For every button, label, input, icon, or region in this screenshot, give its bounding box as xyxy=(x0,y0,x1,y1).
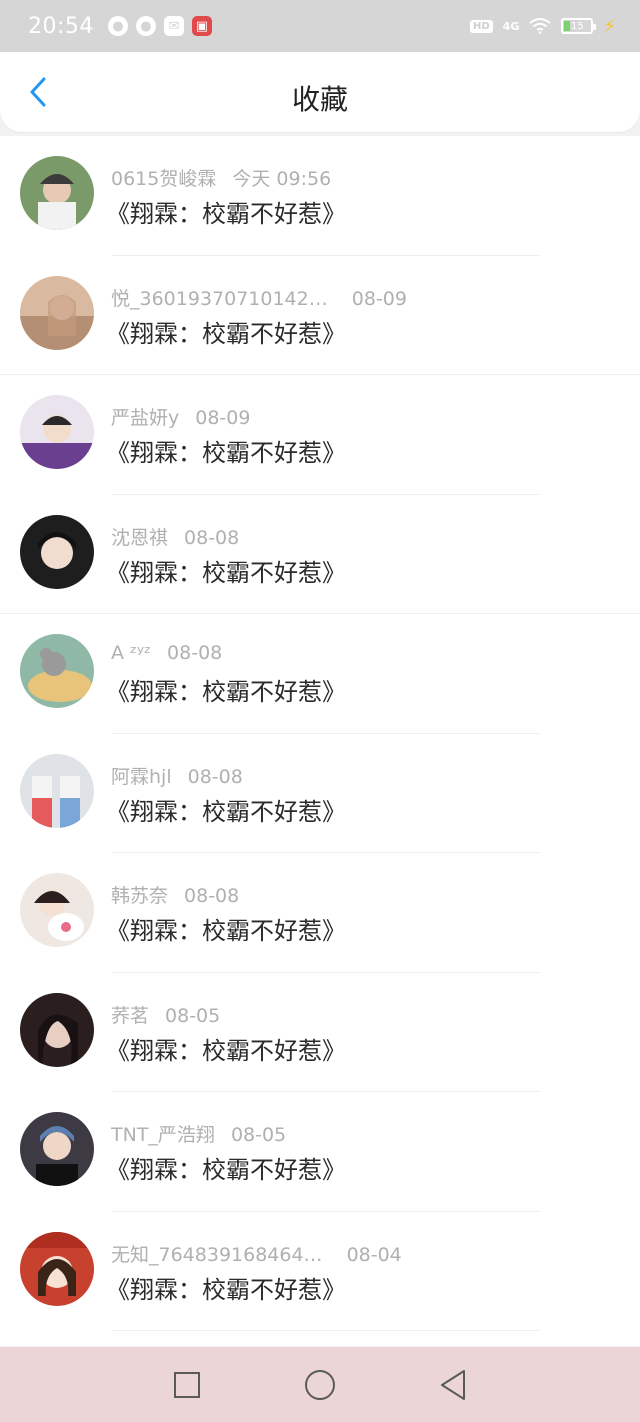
recent-apps-button[interactable] xyxy=(167,1365,207,1405)
book-title: 《翔霖：校霸不好惹》 xyxy=(106,678,346,706)
avatar[interactable] xyxy=(20,1112,94,1186)
user-name: 无知_764839168464… xyxy=(111,1243,323,1266)
battery-level: 15 xyxy=(570,20,584,32)
book-title: 《翔霖：校霸不好惹》 xyxy=(106,917,346,945)
timestamp: 08-09 xyxy=(195,407,251,429)
timestamp: 08-09 xyxy=(351,287,407,310)
divider xyxy=(112,1330,540,1331)
wechat-icon: ● xyxy=(107,16,128,36)
triangle-back-icon xyxy=(441,1369,466,1400)
battery-icon: 15 xyxy=(561,18,597,34)
notification-icons: ● ● ✉ ▣ xyxy=(107,16,212,36)
book-title: 《翔霖：校霸不好惹》 xyxy=(106,439,346,467)
user-name: 严盐妍y xyxy=(111,407,180,429)
timestamp: 08-04 xyxy=(346,1243,402,1266)
back-nav-button[interactable] xyxy=(433,1365,473,1405)
avatar[interactable] xyxy=(20,753,94,828)
avatar[interactable] xyxy=(20,156,94,230)
home-button[interactable] xyxy=(300,1365,340,1405)
book-title: 《翔霖：校霸不好惹》 xyxy=(106,558,346,587)
user-name: A ᶻʸᶻ xyxy=(111,642,152,664)
timestamp: 08-08 xyxy=(184,526,240,549)
user-name: 韩苏奈 xyxy=(111,885,169,907)
user-name: TNT_严浩翔 xyxy=(111,1124,215,1146)
book-title: 《翔霖：校霸不好惹》 xyxy=(106,1156,346,1184)
timestamp: 08-08 xyxy=(187,765,243,788)
timestamp: 08-08 xyxy=(184,885,240,907)
mail-icon: ✉ xyxy=(163,16,184,36)
list-item[interactable]: 韩苏奈 08-08 《翔霖：校霸不好惹》 xyxy=(0,853,640,973)
list-item[interactable]: TNT_严浩翔 08-05 《翔霖：校霸不好惹》 xyxy=(0,1092,640,1212)
list-item[interactable]: 荞茗 08-05 《翔霖：校霸不好惹》 xyxy=(0,973,640,1092)
list-item[interactable]: 严盐妍y 08-09 《翔霖：校霸不好惹》 xyxy=(0,375,640,495)
header: 收藏 xyxy=(0,52,640,132)
favorites-list: 0615贺峻霖 今天 09:56 《翔霖：校霸不好惹》 悦_36019370710… xyxy=(0,136,640,1346)
avatar[interactable] xyxy=(20,992,94,1067)
user-name: 0615贺峻霖 xyxy=(111,168,217,190)
avatar[interactable] xyxy=(20,514,94,589)
book-title: 《翔霖：校霸不好惹》 xyxy=(106,1275,346,1304)
timestamp: 今天 09:56 xyxy=(232,168,332,190)
avatar[interactable] xyxy=(20,873,94,947)
book-title: 《翔霖：校霸不好惹》 xyxy=(106,319,346,348)
status-right: HD 4G 15 ⚡ xyxy=(470,16,616,37)
square-icon xyxy=(173,1371,200,1398)
avatar[interactable] xyxy=(20,275,94,350)
user-name: 沈恩祺 xyxy=(111,526,169,549)
avatar[interactable] xyxy=(20,634,94,708)
avatar[interactable] xyxy=(20,1231,94,1306)
avatar[interactable] xyxy=(20,395,94,469)
system-nav-bar xyxy=(0,1347,640,1422)
user-name: 荞茗 xyxy=(111,1004,150,1027)
user-name: 悦_36019370710142… xyxy=(111,287,328,310)
timestamp: 08-05 xyxy=(165,1004,221,1027)
app-notification-icon: ▣ xyxy=(191,16,212,36)
user-name: 阿霖hjl xyxy=(111,765,172,788)
book-title: 《翔霖：校霸不好惹》 xyxy=(106,1036,346,1065)
status-time: 20:54 xyxy=(28,13,94,39)
timestamp: 08-08 xyxy=(167,642,223,664)
chat-bubble-icon: ● xyxy=(135,16,156,36)
network-signal-icon: 4G xyxy=(502,19,520,33)
circle-icon xyxy=(304,1369,335,1400)
status-bar: 20:54 ● ● ✉ ▣ HD 4G 15 ⚡ xyxy=(0,0,640,52)
book-title: 《翔霖：校霸不好惹》 xyxy=(106,200,346,228)
list-item[interactable]: 0615贺峻霖 今天 09:56 《翔霖：校霸不好惹》 xyxy=(0,136,640,256)
book-title: 《翔霖：校霸不好惹》 xyxy=(106,797,346,826)
hd-icon: HD xyxy=(470,19,493,33)
list-item[interactable]: 悦_36019370710142… 08-09 《翔霖：校霸不好惹》 xyxy=(0,256,640,375)
page-title: 收藏 xyxy=(291,83,348,116)
list-item[interactable]: 阿霖hjl 08-08 《翔霖：校霸不好惹》 xyxy=(0,734,640,853)
list-item[interactable]: 无知_764839168464… 08-04 《翔霖：校霸不好惹》 xyxy=(0,1212,640,1331)
wifi-icon xyxy=(529,18,551,34)
timestamp: 08-05 xyxy=(230,1124,287,1146)
list-item[interactable]: A ᶻʸᶻ 08-08 《翔霖：校霸不好惹》 xyxy=(0,614,640,734)
list-item[interactable]: 沈恩祺 08-08 《翔霖：校霸不好惹》 xyxy=(0,495,640,614)
charging-icon: ⚡ xyxy=(603,15,616,37)
